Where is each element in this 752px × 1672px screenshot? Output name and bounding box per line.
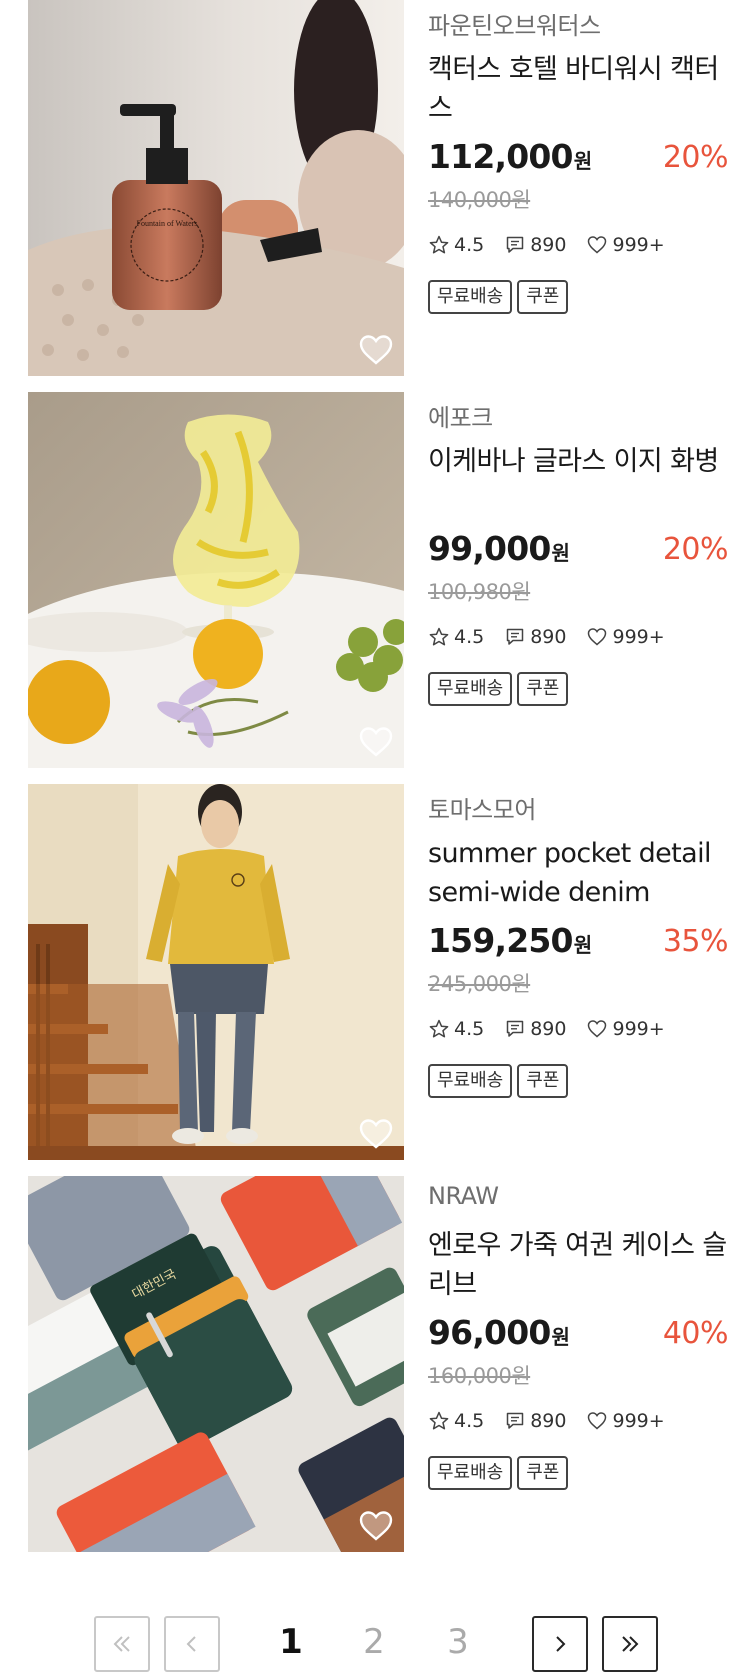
tag-list: 무료배송 쿠폰 <box>428 672 569 706</box>
first-page-button[interactable] <box>94 1616 150 1672</box>
product-image[interactable] <box>28 392 404 768</box>
double-chevron-left-icon <box>113 1636 130 1652</box>
discount-rate: 40% <box>662 1316 729 1351</box>
page-3[interactable]: 3 <box>438 1622 478 1662</box>
prev-page-button[interactable] <box>164 1616 220 1672</box>
tag-list: 무료배송 쿠폰 <box>428 1456 569 1490</box>
next-page-button[interactable] <box>532 1616 588 1672</box>
sale-price: 112,000원 <box>428 137 592 176</box>
brand-name[interactable]: 파운틴오브워터스 <box>428 6 601 41</box>
star-icon <box>428 1410 450 1432</box>
star-icon <box>428 234 450 256</box>
product-stats: 4.5 890 999+ <box>428 1408 685 1434</box>
passport-case-photo: 대한민국 <box>28 1176 404 1552</box>
product-stats: 4.5 890 999+ <box>428 232 685 258</box>
rating-value: 4.5 <box>454 1410 485 1432</box>
double-chevron-right-icon <box>622 1636 639 1652</box>
coupon-tag: 쿠폰 <box>517 1064 569 1098</box>
review-count: 890 <box>530 234 567 256</box>
rating-value: 4.5 <box>454 1018 485 1040</box>
bottle-label: Fountain of Waters <box>137 219 198 228</box>
chevron-right-icon <box>556 1636 566 1652</box>
like-count: 999+ <box>612 234 665 256</box>
page-2[interactable]: 2 <box>354 1622 394 1662</box>
price-value: 99,000 <box>428 529 551 568</box>
product-name[interactable]: 이케바나 글라스 이지 화병 <box>428 442 728 481</box>
like-icon <box>586 1410 608 1432</box>
tag-list: 무료배송 쿠폰 <box>428 280 569 314</box>
price-value: 159,250 <box>428 921 574 960</box>
discount-rate: 20% <box>662 140 729 175</box>
page-1[interactable]: 1 <box>271 1622 311 1662</box>
product-stats: 4.5 890 999+ <box>428 1016 685 1042</box>
coupon-tag: 쿠폰 <box>517 1456 569 1490</box>
free-shipping-tag: 무료배송 <box>428 1064 513 1098</box>
chevron-left-icon <box>186 1636 196 1652</box>
coupon-tag: 쿠폰 <box>517 280 569 314</box>
original-price: 245,000원 <box>428 972 531 996</box>
price-currency: 원 <box>551 541 570 565</box>
discount-rate: 20% <box>662 532 729 567</box>
price-value: 112,000 <box>428 137 574 176</box>
review-count: 890 <box>530 1410 567 1432</box>
review-icon <box>504 1410 526 1432</box>
like-icon <box>586 1018 608 1040</box>
sale-price: 99,000원 <box>428 529 570 568</box>
rating-value: 4.5 <box>454 626 485 648</box>
product-image[interactable] <box>28 784 404 1160</box>
review-icon <box>504 234 526 256</box>
vase-photo <box>28 392 404 768</box>
sale-price: 159,250원 <box>428 921 592 960</box>
pagination: 1 2 3 <box>0 1616 752 1672</box>
product-card[interactable]: Fountain of Waters 파운틴오브워터스 캑터스 호텔 바디워시 … <box>28 0 729 376</box>
heart-icon[interactable] <box>358 334 394 366</box>
price-value: 96,000 <box>428 1313 551 1352</box>
price-currency: 원 <box>573 149 593 173</box>
body-wash-photo: Fountain of Waters <box>28 0 404 376</box>
rating-value: 4.5 <box>454 234 485 256</box>
product-image[interactable]: Fountain of Waters <box>28 0 404 376</box>
product-name[interactable]: 캑터스 호텔 바디워시 캑터스 <box>428 50 728 128</box>
free-shipping-tag: 무료배송 <box>428 280 513 314</box>
review-icon <box>504 1018 526 1040</box>
brand-name[interactable]: 에포크 <box>428 398 493 433</box>
product-name[interactable]: summer pocket detail semi-wide denim <box>428 834 728 912</box>
product-image[interactable]: 대한민국 <box>28 1176 404 1552</box>
model-photo <box>28 784 404 1160</box>
like-count: 999+ <box>612 626 665 648</box>
coupon-tag: 쿠폰 <box>517 672 569 706</box>
star-icon <box>428 626 450 648</box>
original-price: 100,980원 <box>428 580 531 604</box>
heart-icon[interactable] <box>358 1118 394 1150</box>
brand-name[interactable]: NRAW <box>428 1182 499 1210</box>
like-count: 999+ <box>612 1410 665 1432</box>
like-icon <box>586 234 608 256</box>
review-icon <box>504 626 526 648</box>
product-card[interactable]: 토마스모어 summer pocket detail semi-wide den… <box>28 784 729 1160</box>
discount-rate: 35% <box>662 924 729 959</box>
original-price: 140,000원 <box>428 188 531 212</box>
product-stats: 4.5 890 999+ <box>428 624 685 650</box>
original-price: 160,000원 <box>428 1364 531 1388</box>
like-count: 999+ <box>612 1018 665 1040</box>
brand-name[interactable]: 토마스모어 <box>428 790 536 825</box>
product-name[interactable]: 엔로우 가죽 여권 케이스 슬리브 <box>428 1226 728 1304</box>
sale-price: 96,000원 <box>428 1313 570 1352</box>
last-page-button[interactable] <box>602 1616 658 1672</box>
review-count: 890 <box>530 626 567 648</box>
review-count: 890 <box>530 1018 567 1040</box>
product-card[interactable]: 에포크 이케바나 글라스 이지 화병 99,000원 20% 100,980원 … <box>28 392 729 768</box>
star-icon <box>428 1018 450 1040</box>
free-shipping-tag: 무료배송 <box>428 672 513 706</box>
heart-icon[interactable] <box>358 726 394 758</box>
product-card[interactable]: 대한민국 NRAW 엔로우 가죽 여권 케이스 슬리브 96,000원 40% … <box>28 1176 729 1552</box>
price-currency: 원 <box>551 1325 570 1349</box>
heart-icon[interactable] <box>358 1510 394 1542</box>
free-shipping-tag: 무료배송 <box>428 1456 513 1490</box>
tag-list: 무료배송 쿠폰 <box>428 1064 569 1098</box>
price-currency: 원 <box>573 933 593 957</box>
like-icon <box>586 626 608 648</box>
